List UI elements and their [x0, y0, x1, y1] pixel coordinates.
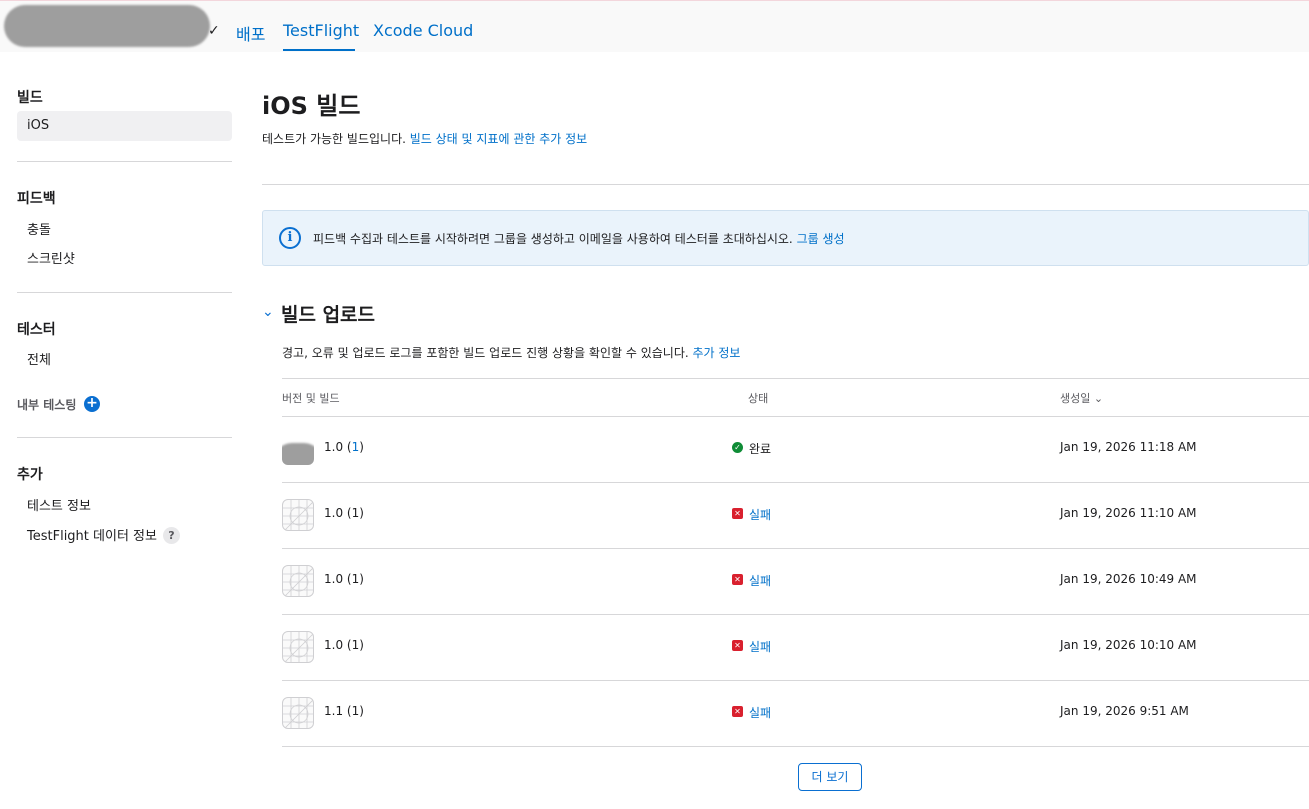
- status-link[interactable]: 실패: [749, 572, 771, 589]
- status-link[interactable]: 실패: [749, 638, 771, 655]
- build-number: 1: [351, 638, 360, 652]
- section-description: 경고, 오류 및 업로드 로그를 포함한 빌드 업로드 진행 상황을 확인할 수…: [282, 344, 740, 361]
- version-build: 1.0 (1): [324, 440, 364, 454]
- sidebar-heading-feedback: 피드백: [17, 191, 56, 207]
- sidebar-item-crashes[interactable]: 충돌: [27, 219, 51, 238]
- sidebar-heading-additional: 추가: [17, 467, 43, 483]
- version: 1.0: [324, 638, 344, 652]
- table-divider: [282, 378, 1309, 379]
- created-date: Jan 19, 2026 10:49 AM: [1060, 572, 1197, 586]
- app-name-redacted[interactable]: [4, 5, 210, 47]
- version-build: 1.0 (1): [324, 572, 364, 586]
- checkmark-circle-icon: ✓: [732, 442, 743, 453]
- column-header-created-label: 생성일: [1060, 392, 1091, 405]
- sidebar-item-ios-selected[interactable]: [17, 111, 232, 141]
- build-number: 1: [351, 506, 360, 520]
- sidebar-internal-testing: 내부 테스팅: [17, 398, 77, 412]
- add-group-icon[interactable]: +: [84, 396, 100, 412]
- column-header-created[interactable]: 생성일 ⌄: [1060, 390, 1103, 406]
- sidebar-item-screenshots[interactable]: 스크린샷: [27, 248, 75, 267]
- info-banner-message: 피드백 수집과 테스트를 시작하려면 그룹을 생성하고 이메일을 사용하여 테스…: [313, 232, 797, 246]
- page-description: 테스트가 가능한 빌드입니다. 빌드 상태 및 지표에 관한 추가 정보: [262, 130, 587, 147]
- section-title-build-uploads[interactable]: 빌드 업로드: [281, 300, 375, 327]
- created-date: Jan 19, 2026 11:10 AM: [1060, 506, 1197, 520]
- column-header-status: 상태: [748, 392, 769, 405]
- version-build: 1.1 (1): [324, 704, 364, 718]
- create-group-link[interactable]: 그룹 생성: [797, 232, 845, 246]
- help-icon[interactable]: ?: [163, 527, 180, 544]
- sidebar-item-ios[interactable]: iOS: [27, 118, 49, 133]
- error-x-icon: ✕: [732, 640, 743, 651]
- placeholder-app-icon: [282, 697, 314, 729]
- page-title: iOS 빌드: [262, 92, 361, 120]
- table-row[interactable]: 1.1 (1) ✕ 실패 Jan 19, 2026 9:51 AM: [282, 680, 1309, 746]
- tab-distribution[interactable]: 배포: [236, 21, 265, 45]
- table-row[interactable]: 1.0 (1) ✓ 완료 Jan 19, 2026 11:18 AM: [282, 416, 1309, 482]
- placeholder-app-icon: [282, 631, 314, 663]
- version: 1.0: [324, 506, 344, 520]
- version-build: 1.0 (1): [324, 638, 364, 652]
- chevron-down-icon[interactable]: ⌄: [262, 304, 274, 320]
- version-build: 1.0 (1): [324, 506, 364, 520]
- column-header-version: 버전 및 빌드: [282, 392, 340, 405]
- tab-testflight[interactable]: TestFlight: [283, 21, 359, 40]
- placeholder-app-icon: [282, 565, 314, 597]
- sidebar-heading-testers: 테스터: [17, 322, 56, 338]
- build-number-link[interactable]: 1: [352, 440, 360, 454]
- section-description-text: 경고, 오류 및 업로드 로그를 포함한 빌드 업로드 진행 상황을 확인할 수…: [282, 346, 693, 360]
- chevron-down-icon[interactable]: ✓: [208, 23, 220, 39]
- page-description-text: 테스트가 가능한 빌드입니다.: [262, 132, 410, 146]
- sidebar-divider: [17, 161, 232, 162]
- load-more-button[interactable]: 더 보기: [798, 763, 862, 791]
- top-navigation-bar: ✓ 배포 TestFlight Xcode Cloud: [0, 0, 1309, 52]
- sidebar-divider: [17, 292, 232, 293]
- created-date: Jan 19, 2026 10:10 AM: [1060, 638, 1197, 652]
- status-link[interactable]: 실패: [749, 704, 771, 721]
- sidebar-heading-builds: 빌드: [17, 90, 43, 106]
- version: 1.1: [324, 704, 344, 718]
- version: 1.0: [324, 440, 344, 454]
- more-info-link[interactable]: 추가 정보: [693, 346, 741, 360]
- app-icon-redacted: [282, 433, 314, 465]
- info-icon: i: [279, 227, 301, 249]
- tab-xcode-cloud[interactable]: Xcode Cloud: [373, 21, 473, 40]
- sort-chevron-icon: ⌄: [1093, 392, 1104, 405]
- divider: [262, 184, 1309, 185]
- build-number: 1: [351, 704, 360, 718]
- info-banner-text: 피드백 수집과 테스트를 시작하려면 그룹을 생성하고 이메일을 사용하여 테스…: [313, 230, 845, 247]
- table-row[interactable]: 1.0 (1) ✕ 실패 Jan 19, 2026 10:49 AM: [282, 548, 1309, 614]
- placeholder-app-icon: [282, 499, 314, 531]
- status-text: 완료: [749, 442, 772, 456]
- build-status-info-link[interactable]: 빌드 상태 및 지표에 관한 추가 정보: [410, 132, 587, 146]
- created-date: Jan 19, 2026 9:51 AM: [1060, 704, 1189, 718]
- created-date: Jan 19, 2026 11:18 AM: [1060, 440, 1197, 454]
- version: 1.0: [324, 572, 344, 586]
- sidebar: 빌드 iOS 피드백 충돌 스크린샷 테스터 전체 내부 테스팅 + 추가 테스…: [0, 52, 245, 809]
- sidebar-item-testflight-data[interactable]: TestFlight 데이터 정보: [27, 525, 157, 544]
- table-row[interactable]: 1.0 (1) ✕ 실패 Jan 19, 2026 11:10 AM: [282, 482, 1309, 548]
- sidebar-item-all-testers[interactable]: 전체: [27, 349, 51, 368]
- table-row[interactable]: 1.0 (1) ✕ 실패 Jan 19, 2026 10:10 AM: [282, 614, 1309, 680]
- info-banner: i 피드백 수집과 테스트를 시작하려면 그룹을 생성하고 이메일을 사용하여 …: [262, 210, 1309, 266]
- sidebar-divider: [17, 437, 232, 438]
- sidebar-item-test-info[interactable]: 테스트 정보: [27, 495, 91, 514]
- error-x-icon: ✕: [732, 508, 743, 519]
- status-link[interactable]: 실패: [749, 506, 771, 523]
- build-number: 1: [351, 572, 360, 586]
- table-divider: [282, 746, 1309, 747]
- error-x-icon: ✕: [732, 574, 743, 585]
- error-x-icon: ✕: [732, 706, 743, 717]
- active-tab-indicator: [283, 49, 355, 51]
